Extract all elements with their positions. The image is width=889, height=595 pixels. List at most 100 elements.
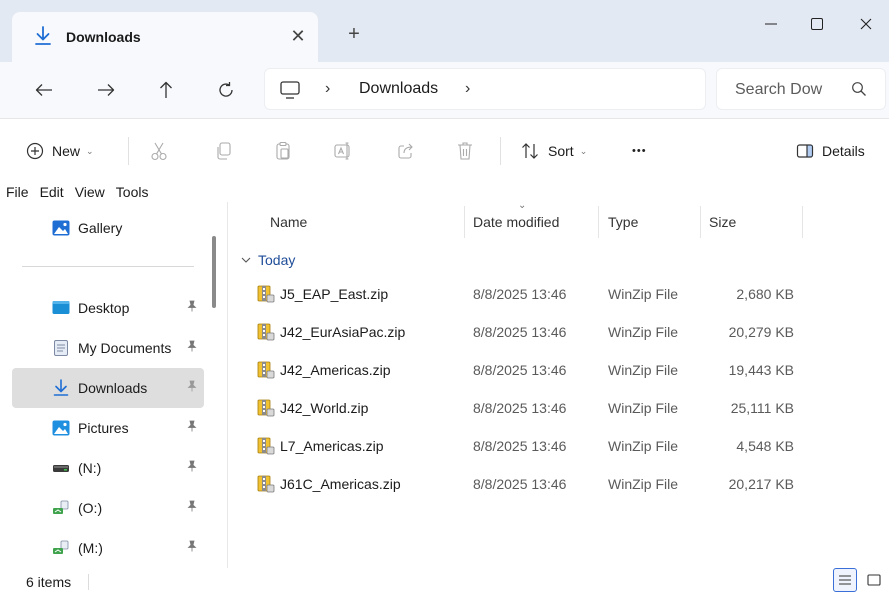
refresh-button[interactable] [212, 78, 240, 102]
pin-icon[interactable] [186, 540, 198, 555]
column-divider[interactable] [700, 206, 701, 238]
paste-icon [276, 141, 290, 160]
zip-file-icon [257, 361, 275, 379]
tiles-view-button[interactable] [862, 568, 886, 592]
column-header-type[interactable]: Type [608, 202, 638, 242]
share-icon [398, 143, 413, 159]
tab-title: Downloads [66, 29, 141, 45]
back-button[interactable] [30, 78, 58, 102]
navigation-pane: Gallery Desktop My Documents Downloads P… [0, 202, 228, 568]
sidebar-scrollbar[interactable] [212, 236, 216, 308]
file-row[interactable]: J5_EAP_East.zip 8/8/2025 13:46 WinZip Fi… [228, 276, 889, 314]
pictures-icon [52, 420, 70, 436]
details-view-button[interactable] [833, 568, 857, 592]
zip-file-icon [257, 323, 275, 341]
sidebar-divider [22, 266, 194, 267]
arrow-up-icon [160, 81, 172, 98]
forward-button[interactable] [92, 78, 120, 102]
column-divider[interactable] [802, 206, 803, 238]
share-button[interactable] [396, 139, 416, 163]
drive-icon [53, 465, 69, 472]
sidebar-item-label: My Documents [78, 340, 172, 356]
download-icon [35, 26, 51, 45]
file-type: WinZip File [608, 286, 679, 302]
pin-icon[interactable] [186, 380, 198, 395]
sidebar-item-gallery[interactable]: Gallery [12, 208, 204, 248]
sidebar-item-drive-o[interactable]: (O:) [12, 488, 204, 528]
plus-circle-icon [26, 142, 44, 160]
menu-view[interactable]: View [67, 184, 108, 200]
file-name: J42_World.zip [280, 400, 369, 416]
list-view-icon [839, 575, 851, 585]
gallery-icon [52, 220, 70, 236]
pin-icon[interactable] [186, 420, 198, 435]
toolbar-divider [500, 137, 501, 165]
breadcrumb-separator[interactable]: › [465, 80, 470, 98]
sidebar-item-downloads[interactable]: Downloads [12, 368, 204, 408]
details-pane-icon [796, 144, 814, 158]
pin-icon[interactable] [186, 300, 198, 315]
network-drive-icon [53, 540, 69, 554]
menu-edit[interactable]: Edit [32, 184, 67, 200]
toolbar-divider [128, 137, 129, 165]
maximize-button[interactable] [794, 8, 840, 40]
tab-downloads[interactable]: Downloads ✕ [12, 12, 318, 62]
scissors-icon [151, 142, 167, 161]
status-bar: 6 items [0, 568, 889, 595]
file-size: 25,111 KB [730, 400, 794, 416]
rename-icon [334, 142, 350, 160]
cut-button[interactable] [150, 139, 168, 163]
pin-icon[interactable] [186, 460, 198, 475]
sidebar-item-drive-m[interactable]: (M:) [12, 528, 204, 568]
sidebar-item-label: Downloads [78, 380, 148, 396]
zip-file-icon [257, 285, 275, 303]
sidebar-item-my-documents[interactable]: My Documents [12, 328, 204, 368]
column-header-name[interactable]: Name [270, 202, 307, 242]
menu-tools[interactable]: Tools [108, 184, 152, 200]
file-type: WinZip File [608, 400, 679, 416]
address-bar[interactable]: › Downloads › [264, 68, 706, 110]
zip-file-icon [257, 437, 275, 455]
search-input[interactable]: Search Dow [735, 81, 822, 99]
column-header-date[interactable]: Date modified [473, 202, 559, 242]
file-row[interactable]: J42_EurAsiaPac.zip 8/8/2025 13:46 WinZip… [228, 314, 889, 352]
rename-button[interactable] [333, 139, 353, 163]
file-name: J5_EAP_East.zip [280, 286, 389, 302]
monitor-icon [280, 81, 300, 99]
file-row[interactable]: L7_Americas.zip 8/8/2025 13:46 WinZip Fi… [228, 428, 889, 466]
file-size: 2,680 KB [736, 286, 794, 302]
group-header-today[interactable]: Today [240, 250, 295, 270]
details-pane-button[interactable]: Details [796, 139, 865, 163]
file-row[interactable]: J61C_Americas.zip 8/8/2025 13:46 WinZip … [228, 466, 889, 504]
delete-button[interactable] [456, 139, 474, 163]
breadcrumb-downloads[interactable]: Downloads [359, 80, 438, 98]
paste-button[interactable] [274, 139, 292, 163]
sidebar-item-drive-n[interactable]: (N:) [12, 448, 204, 488]
arrow-right-icon [98, 84, 115, 96]
pin-icon[interactable] [186, 500, 198, 515]
column-divider[interactable] [598, 206, 599, 238]
breadcrumb-separator[interactable]: › [325, 80, 330, 98]
pin-glyph [187, 380, 197, 392]
column-header-size[interactable]: Size [709, 202, 736, 242]
file-row[interactable]: J42_Americas.zip 8/8/2025 13:46 WinZip F… [228, 352, 889, 390]
more-options-button[interactable]: ••• [632, 139, 647, 163]
pin-icon[interactable] [186, 340, 198, 355]
file-row[interactable]: J42_World.zip 8/8/2025 13:46 WinZip File… [228, 390, 889, 428]
sort-button[interactable]: Sort ⌄ [520, 139, 587, 163]
menu-file[interactable]: File [0, 184, 32, 200]
new-button[interactable]: New ⌄ [26, 139, 94, 163]
search-box[interactable]: Search Dow [716, 68, 886, 110]
column-divider[interactable] [464, 206, 465, 238]
sidebar-item-desktop[interactable]: Desktop [12, 288, 204, 328]
close-window-button[interactable] [843, 8, 889, 40]
new-tab-button[interactable]: + [344, 24, 364, 44]
sidebar-item-label: (N:) [78, 460, 102, 476]
copy-button[interactable] [215, 139, 233, 163]
sidebar-item-pictures[interactable]: Pictures [12, 408, 204, 448]
up-button[interactable] [152, 78, 180, 102]
tab-close-icon[interactable]: ✕ [288, 26, 308, 47]
minimize-button[interactable] [748, 8, 794, 40]
menu-bar: File Edit View Tools [0, 182, 889, 202]
search-icon [852, 82, 866, 96]
